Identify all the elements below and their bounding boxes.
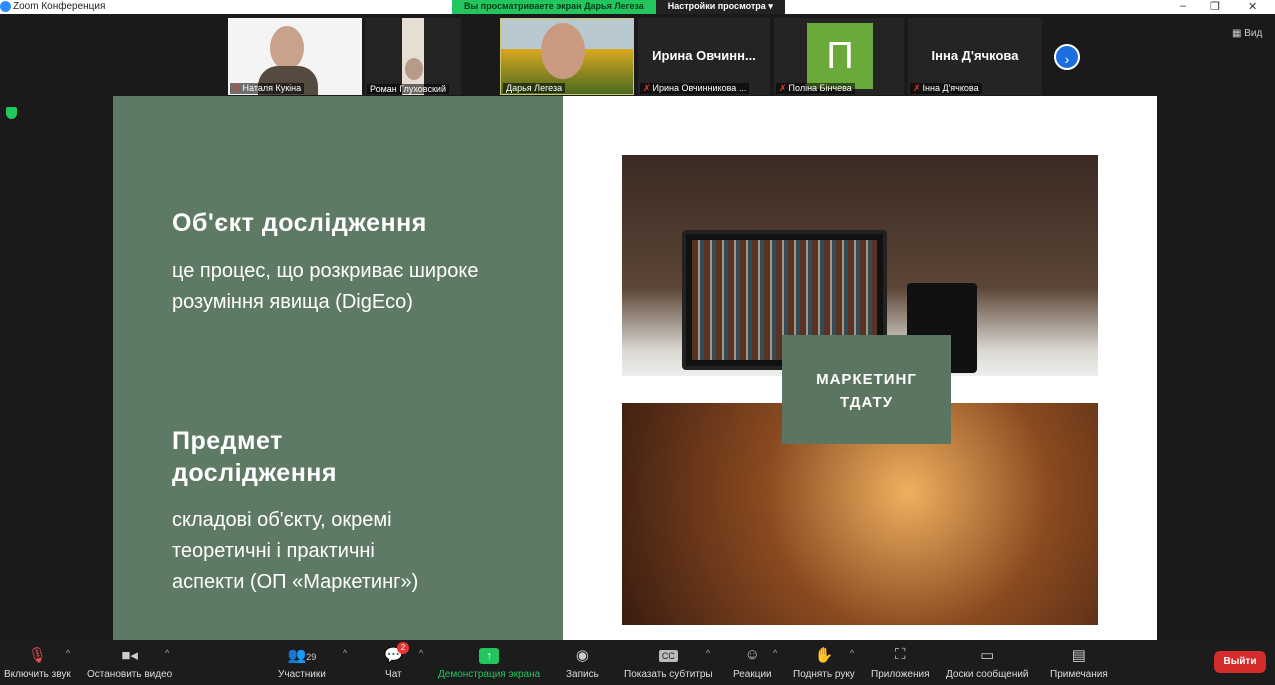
chevron-down-icon: ▾	[768, 1, 773, 11]
notes-button[interactable]: ▤ Примечания	[1050, 646, 1108, 680]
stop-video-button[interactable]: ■◂ Остановить видео	[87, 646, 172, 680]
participant-tile[interactable]: П ✗ Поліна Бінчева	[774, 18, 904, 95]
cc-icon: CC	[624, 646, 713, 666]
shield-icon[interactable]	[6, 107, 17, 119]
participant-name: ✗ Інна Д'ячкова	[910, 83, 982, 94]
leave-button[interactable]: Выйти	[1214, 651, 1266, 673]
share-screen-icon: ↑	[438, 646, 540, 666]
participant-tile[interactable]: Інна Д'ячкова ✗ Інна Д'ячкова	[908, 18, 1042, 95]
view-options-button[interactable]: Настройки просмотра ▾	[655, 0, 785, 14]
participant-avatar: П	[807, 23, 873, 89]
slide-text-subject-3: аспекти (ОП «Маркетинг»)	[172, 571, 419, 593]
share-status: Вы просматриваете экран Дарья Легеза	[452, 0, 656, 14]
raise-hand-label: Поднять руку	[793, 669, 855, 680]
hand-icon: ✋	[814, 647, 834, 664]
chevron-up-icon[interactable]: ^	[343, 648, 347, 658]
participant-tile[interactable]: ✗ Наталя Кукіна	[228, 18, 362, 95]
chevron-up-icon[interactable]: ^	[419, 648, 423, 658]
participant-display-name: Ирина Овчинн...	[652, 48, 756, 63]
record-button[interactable]: ◉ Запись	[566, 646, 599, 680]
video-camera-icon: ■◂	[121, 647, 138, 664]
view-options-label: Настройки просмотра	[667, 1, 766, 11]
notes-icon: ▤	[1071, 647, 1086, 664]
mic-muted-icon: ✗	[643, 83, 651, 93]
slide-text-object-2: розуміння явища (DigEco)	[172, 291, 413, 313]
record-icon: ◉	[575, 647, 589, 664]
participants-button[interactable]: 👥29 Участники	[278, 646, 326, 680]
minimize-button[interactable]: –	[1180, 0, 1186, 12]
participant-name: Дарья Легеза	[503, 83, 566, 93]
unmute-button[interactable]: 🎙 Включить звук	[4, 646, 71, 680]
meeting-toolbar: 🎙 Включить звук ^ ■◂ Остановить видео ^ 👥2…	[0, 640, 1275, 685]
zoom-logo-icon	[0, 1, 11, 12]
participant-name-text: Ирина Овчинникова ...	[652, 83, 747, 93]
raise-hand-button[interactable]: ✋ Поднять руку	[793, 646, 855, 680]
chat-unread-badge: 2	[397, 642, 409, 654]
whiteboard-icon: ▭	[980, 647, 995, 664]
participant-tile[interactable]: Ирина Овчинн... ✗ Ирина Овчинникова ...	[638, 18, 770, 95]
whiteboards-button[interactable]: ▭ Доски сообщений	[946, 646, 1029, 680]
slide-heading-subject-1: Предмет	[172, 427, 283, 455]
unmute-label: Включить звук	[4, 669, 71, 680]
apps-button[interactable]: ⛶ Приложения	[871, 646, 930, 680]
mic-muted-icon: ✗	[913, 83, 921, 93]
record-label: Запись	[566, 669, 599, 680]
participants-icon: 👥29	[287, 647, 317, 664]
chevron-up-icon[interactable]: ^	[706, 648, 710, 658]
smiley-icon: ☺	[744, 646, 760, 663]
slide-text-subject-2: теоретичні і практичні	[172, 540, 375, 562]
slide-image-panel: МАРКЕТИНГ ТДАТУ	[563, 96, 1157, 640]
apps-label: Приложения	[871, 669, 930, 680]
participant-name: ✗ Ирина Овчинникова ...	[640, 83, 750, 94]
participant-name: Роман Глуховский	[367, 84, 449, 94]
share-screen-button[interactable]: ↑ Демонстрация экрана	[438, 646, 540, 680]
participant-display-name: Інна Д'ячкова	[931, 48, 1019, 63]
slide-heading-object: Об'єкт дослідження	[172, 209, 427, 237]
badge-line-2: ТДАТУ	[839, 394, 894, 411]
share-label: Демонстрация экрана	[438, 669, 541, 680]
restore-button[interactable]: ❐	[1210, 0, 1220, 13]
chevron-up-icon[interactable]: ^	[850, 648, 854, 658]
share-banner: Вы просматриваете экран Дарья Легеза Нас…	[452, 0, 785, 14]
window-title: Zoom Конференция	[13, 1, 106, 12]
view-label: Вид	[1244, 28, 1263, 39]
chat-label: Чат	[385, 669, 402, 680]
whiteboards-label: Доски сообщений	[946, 669, 1029, 680]
marketing-badge: МАРКЕТИНГ ТДАТУ	[782, 335, 951, 444]
stop-video-label: Остановить видео	[87, 669, 173, 680]
participant-name: ✗ Наталя Кукіна	[230, 83, 305, 94]
participant-name: ✗ Поліна Бінчева	[776, 83, 855, 94]
reactions-label: Реакции	[733, 669, 772, 680]
mic-muted-icon: ✗	[779, 83, 787, 93]
next-page-icon[interactable]: ›	[1054, 44, 1080, 70]
view-button[interactable]: ▦ Вид	[1232, 28, 1262, 39]
reactions-button[interactable]: ☺ Реакции	[733, 646, 772, 680]
chevron-up-icon[interactable]: ^	[66, 648, 70, 658]
participant-name-text: Поліна Бінчева	[788, 83, 852, 93]
badge-line-1: МАРКЕТИНГ	[816, 371, 917, 388]
participant-name-text: Наталя Кукіна	[242, 83, 302, 93]
slide-heading-subject-2: дослідження	[172, 459, 337, 487]
mic-muted-icon: ✗	[233, 83, 241, 93]
chevron-up-icon[interactable]: ^	[773, 648, 777, 658]
slide-text-object-1: це процес, що розкриває широке	[172, 260, 479, 282]
slide-text-panel: Об'єкт дослідження це процес, що розкрив…	[113, 96, 563, 640]
apps-icon: ⛶	[895, 646, 906, 663]
slide-text-subject-1: складові об'єкту, окремі	[172, 509, 392, 531]
captions-label: Показать субтитры	[624, 669, 713, 680]
participants-label: Участники	[278, 669, 326, 680]
participant-tile[interactable]: Дарья Легеза	[500, 18, 634, 95]
participant-tile[interactable]: Роман Глуховский	[365, 18, 461, 95]
captions-button[interactable]: CC Показать субтитры	[624, 646, 713, 680]
chevron-up-icon[interactable]: ^	[165, 648, 169, 658]
participants-count: 29	[306, 652, 317, 662]
close-button[interactable]: ✕	[1248, 0, 1257, 13]
mic-muted-icon: 🎙	[27, 647, 47, 664]
participant-name-text: Інна Д'ячкова	[922, 83, 979, 93]
notes-label: Примечания	[1050, 669, 1108, 680]
